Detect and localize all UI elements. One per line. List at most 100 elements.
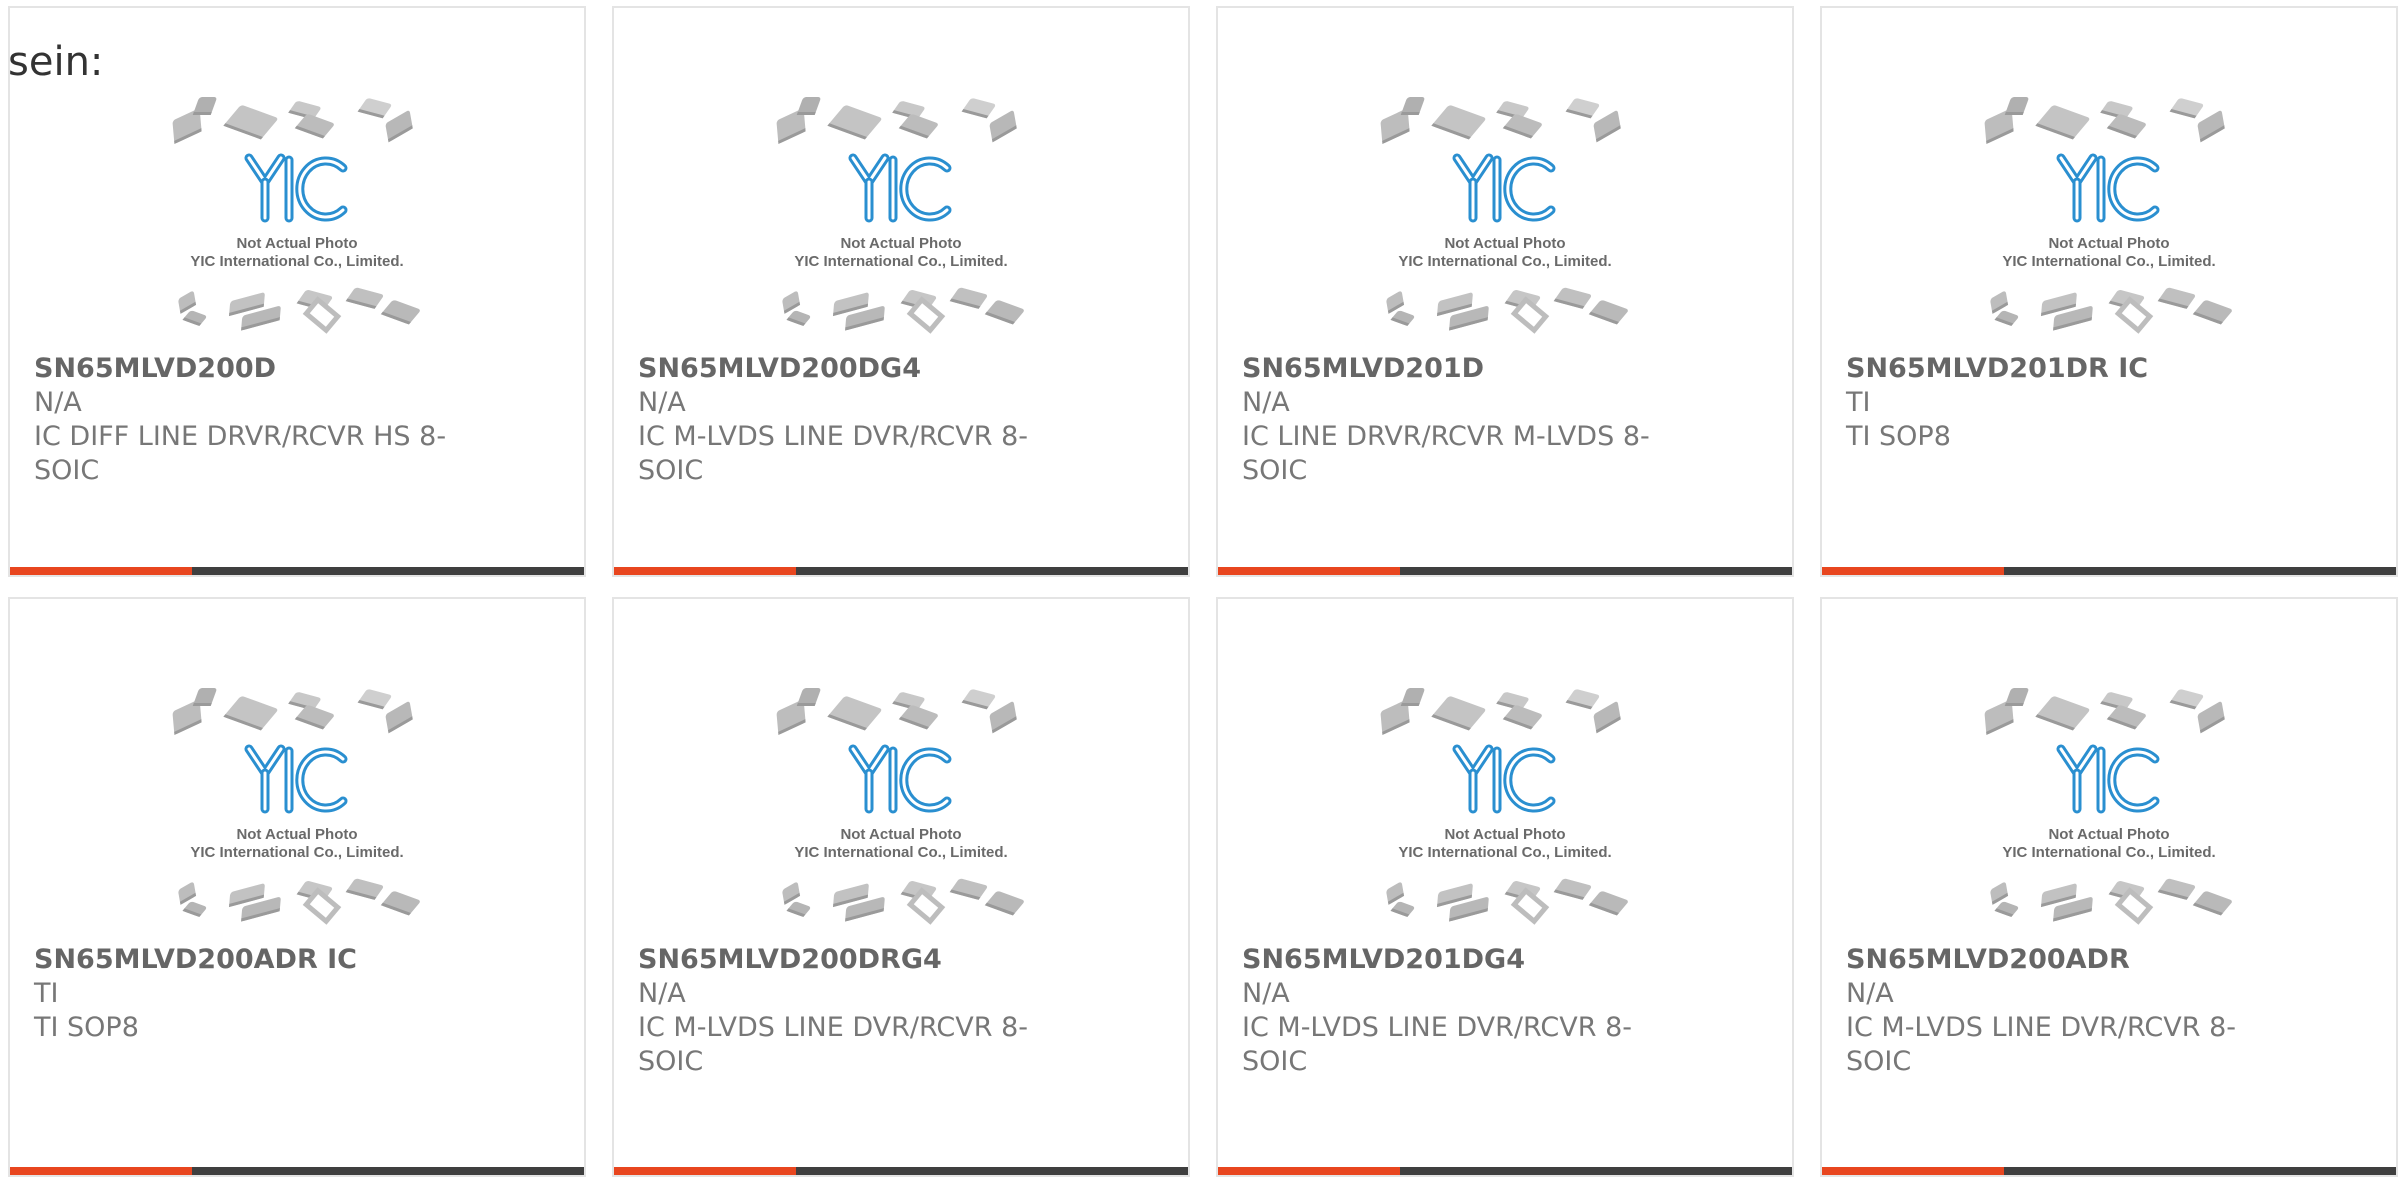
product-card[interactable]: Not Actual Photo YIC International Co., L… [1216, 597, 1794, 1177]
chip-shape [984, 300, 1024, 325]
manufacturer: N/A [34, 387, 82, 418]
chip-shape [898, 114, 938, 139]
chip-shape [1565, 689, 1600, 710]
part-number[interactable]: SN65MLVD201DG4 [1242, 943, 1762, 977]
chip-shape [1565, 98, 1600, 119]
part-number[interactable]: SN65MLVD200D [34, 352, 554, 386]
chip-shape [1390, 901, 1415, 917]
chip-shape [961, 98, 996, 119]
product-card[interactable]: Not Actual Photo YIC International Co., L… [8, 6, 586, 577]
chip-shape [182, 310, 207, 326]
chip-shape [2004, 97, 2029, 115]
part-number[interactable]: SN65MLVD200ADR IC [34, 943, 554, 977]
product-card[interactable]: Not Actual Photo YIC International Co., L… [8, 597, 586, 1177]
card-accent [1218, 567, 1400, 575]
chip-shape [2192, 300, 2232, 325]
chip-shape [961, 689, 996, 710]
image-caption-line1: Not Actual Photo [840, 235, 961, 252]
chip-shape [1502, 705, 1542, 730]
product-image[interactable]: Not Actual PhotoYIC International Co., L… [1977, 96, 2241, 344]
description: IC M-LVDS LINE DVR/RCVR 8- [1242, 1012, 1632, 1043]
description-cont: SOIC [638, 1046, 704, 1077]
chip-shape [1386, 882, 1405, 905]
description: IC M-LVDS LINE DVR/RCVR 8- [638, 1012, 1028, 1043]
card-accent [10, 1167, 192, 1175]
yic-logo-icon [2056, 744, 2160, 814]
card-accent [614, 1167, 796, 1175]
chip-shape [1990, 291, 2009, 314]
chip-shape [1400, 688, 1425, 706]
chip-shape [786, 901, 811, 917]
product-image[interactable]: Not Actual PhotoYIC International Co., L… [1373, 96, 1637, 344]
part-number[interactable]: SN65MLVD201D [1242, 352, 1762, 386]
product-card[interactable]: Not Actual Photo YIC International Co., L… [1216, 6, 1794, 577]
chip-shape [796, 688, 821, 706]
part-number[interactable]: SN65MLVD201DR IC [1846, 352, 2366, 386]
chip-shape [345, 287, 384, 309]
chip-shape [1593, 701, 1621, 734]
part-number[interactable]: SN65MLVD200ADR [1846, 943, 2366, 977]
image-caption-line2: YIC International Co., Limited. [1398, 844, 1611, 861]
card-bottom-bar [10, 1167, 584, 1175]
chip-shape [2106, 114, 2146, 139]
chip-shape [989, 110, 1017, 143]
part-number[interactable]: SN65MLVD200DRG4 [638, 943, 1158, 977]
manufacturer: N/A [638, 978, 686, 1009]
card-bottom-bar [614, 1167, 1188, 1175]
product-card[interactable]: Not Actual Photo YIC International Co., L… [612, 6, 1190, 577]
product-card[interactable]: Not Actual Photo YIC International Co., L… [612, 597, 1190, 1177]
chip-shape [1431, 105, 1486, 140]
card-accent [1822, 567, 2004, 575]
chip-shape [385, 701, 413, 734]
chip-shape [1386, 291, 1405, 314]
chip-shape [796, 97, 821, 115]
chip-shape [294, 705, 334, 730]
chip-shape [1994, 310, 2019, 326]
product-card[interactable]: Not Actual Photo YIC International Co., L… [1820, 6, 2398, 577]
product-card[interactable]: Not Actual Photo YIC International Co., L… [1820, 597, 2398, 1177]
image-caption-line1: Not Actual Photo [1444, 826, 1565, 843]
description: TI SOP8 [1846, 421, 1951, 452]
chip-shape [2114, 296, 2154, 334]
chip-shape [380, 300, 420, 325]
product-image[interactable]: Not Actual PhotoYIC International Co., L… [165, 687, 429, 935]
yic-logo-icon [848, 744, 952, 814]
product-image[interactable]: Not Actual PhotoYIC International Co., L… [1373, 687, 1637, 935]
yic-logo-icon [1452, 744, 1556, 814]
part-number[interactable]: SN65MLVD200DG4 [638, 352, 1158, 386]
card-bottom-bar [614, 567, 1188, 575]
manufacturer: N/A [1242, 978, 1290, 1009]
chip-shape [906, 296, 946, 334]
manufacturer: N/A [1242, 387, 1290, 418]
chip-shape [357, 689, 392, 710]
image-caption-line1: Not Actual Photo [840, 826, 961, 843]
chip-shape [385, 110, 413, 143]
product-image[interactable]: Not Actual PhotoYIC International Co., L… [165, 96, 429, 344]
chip-shape [782, 291, 801, 314]
chip-shape [1502, 114, 1542, 139]
chip-shape [827, 696, 882, 731]
chip-shape [223, 696, 278, 731]
description-cont: SOIC [638, 455, 704, 486]
product-image[interactable]: Not Actual PhotoYIC International Co., L… [1977, 687, 2241, 935]
description: IC DIFF LINE DRVR/RCVR HS 8- [34, 421, 447, 452]
chip-shape [1510, 887, 1550, 925]
yic-logo-icon [848, 153, 952, 223]
chip-shape [1431, 696, 1486, 731]
chip-shape [1390, 310, 1415, 326]
section-heading: sein: [8, 39, 104, 85]
card-bottom-bar [1218, 567, 1792, 575]
chip-shape [1588, 300, 1628, 325]
image-caption-line2: YIC International Co., Limited. [190, 844, 403, 861]
chip-shape [2197, 701, 2225, 734]
chip-shape [949, 878, 988, 900]
chip-shape [2114, 887, 2154, 925]
chip-shape [2192, 891, 2232, 916]
description-cont: SOIC [34, 455, 100, 486]
description: IC LINE DRVR/RCVR M-LVDS 8- [1242, 421, 1650, 452]
chip-shape [178, 291, 197, 314]
product-image[interactable]: Not Actual PhotoYIC International Co., L… [769, 687, 1033, 935]
product-image[interactable]: Not Actual PhotoYIC International Co., L… [769, 96, 1033, 344]
description-cont: SOIC [1242, 455, 1308, 486]
chip-shape [989, 701, 1017, 734]
